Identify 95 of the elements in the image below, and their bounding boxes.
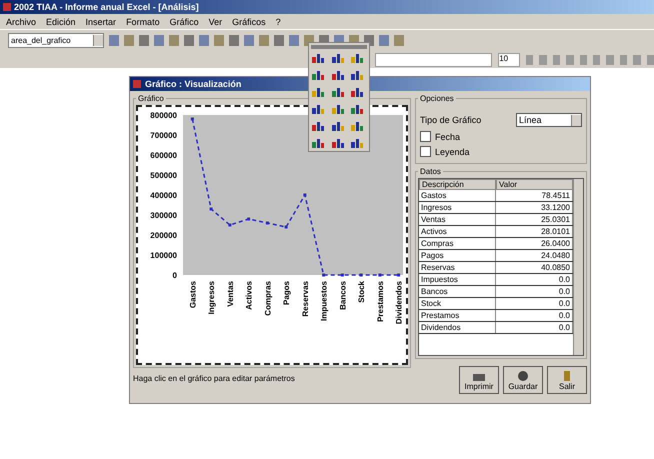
- menu-item[interactable]: Archivo: [6, 16, 36, 26]
- table-cell: Stock: [419, 298, 496, 309]
- category-label: Gastos: [188, 281, 198, 308]
- table-cell: Reservas: [419, 262, 496, 273]
- menu-item[interactable]: Ver: [208, 16, 222, 26]
- axis-tick-label: 700000: [150, 131, 177, 140]
- chart-type-select[interactable]: Línea: [516, 113, 582, 127]
- chart-type-icon[interactable]: [311, 69, 325, 81]
- exit-button[interactable]: Salir: [547, 366, 587, 394]
- category-label: Impuestos: [320, 281, 329, 322]
- data-point: [360, 274, 363, 276]
- chart-type-icon[interactable]: [330, 69, 345, 81]
- category-label: Ingresos: [207, 281, 216, 314]
- data-point: [228, 224, 232, 226]
- save-button[interactable]: Guardar: [503, 366, 543, 394]
- checkbox[interactable]: [420, 131, 431, 142]
- chart-type-icon[interactable]: [350, 69, 364, 81]
- category-label: Stock: [357, 281, 366, 303]
- category-label: Activos: [244, 281, 254, 310]
- data-point: [322, 274, 326, 276]
- category-label: Prestamos: [376, 281, 385, 322]
- axis-tick-label: 0: [172, 271, 177, 280]
- table-cell: Dividendos: [419, 322, 496, 333]
- chart-type-icon[interactable]: [350, 52, 364, 64]
- chart-type-icon[interactable]: [311, 103, 325, 115]
- chart-type-icon[interactable]: [330, 120, 345, 132]
- axis-tick-label: 100000: [150, 251, 177, 260]
- menu-item[interactable]: ?: [276, 16, 281, 26]
- category-label: Pagos: [282, 281, 292, 306]
- field-label: Tipo de Gráfico: [420, 115, 482, 125]
- axis-tick-label: 300000: [150, 211, 177, 220]
- window-title: 2002 TIAA - Informe anual Excel - [Análisis]: [14, 2, 199, 12]
- checkbox[interactable]: [420, 146, 431, 157]
- status-text: Haga clic en el gráfico para editar parámetros: [133, 374, 296, 383]
- data-point: [340, 274, 344, 276]
- category-label: Bancos: [338, 281, 348, 310]
- table-cell: Bancos: [419, 286, 496, 297]
- table-cell: Activos: [419, 226, 496, 237]
- axis-tick-label: 400000: [150, 191, 177, 200]
- chart-type-icon[interactable]: [311, 137, 325, 149]
- category-label: Reservas: [300, 281, 310, 317]
- category-label: Dividendos: [394, 281, 403, 324]
- chart-type-icon[interactable]: [330, 137, 345, 149]
- axis-tick-label: 600000: [150, 151, 177, 160]
- font-field[interactable]: [375, 52, 492, 66]
- data-point: [397, 274, 400, 276]
- print-button[interactable]: Imprimir: [459, 366, 499, 394]
- checkbox-label: Leyenda: [435, 146, 470, 156]
- group-label: Datos: [419, 167, 442, 176]
- disk-icon: [516, 370, 530, 382]
- data-point: [284, 226, 288, 228]
- chart-type-icon[interactable]: [330, 103, 345, 115]
- menu-item[interactable]: Insertar: [86, 16, 116, 26]
- chart-type-icon[interactable]: [311, 52, 325, 64]
- menu-item[interactable]: Gráfico: [170, 16, 199, 26]
- app-icon: [3, 3, 11, 11]
- chart-type-icon[interactable]: [330, 86, 345, 98]
- data-point: [190, 118, 194, 120]
- column-header[interactable]: Valor: [496, 179, 573, 190]
- data-point: [378, 274, 382, 276]
- data-point: [210, 208, 213, 210]
- table-cell: Compras: [419, 238, 496, 249]
- category-label: Compras: [263, 281, 272, 316]
- dialog-title: Gráfico : Visualización: [145, 79, 242, 89]
- font-size-field[interactable]: 10: [498, 52, 520, 66]
- chart-type-icon[interactable]: [350, 86, 364, 98]
- menu-item[interactable]: Gráficos: [232, 16, 266, 26]
- group-label: Gráfico: [137, 94, 165, 103]
- axis-tick-label: 200000: [150, 231, 177, 240]
- chart-type-icon[interactable]: [311, 120, 325, 132]
- table-cell: Impuestos: [419, 274, 496, 285]
- axis-tick-label: 800000: [150, 111, 177, 120]
- checkbox-label: Fecha: [435, 132, 460, 142]
- name-box[interactable]: area_del_grafico: [8, 33, 104, 48]
- group-label: Opciones: [419, 94, 455, 103]
- chart-type-icon[interactable]: [350, 103, 364, 115]
- table-cell: Gastos: [419, 190, 496, 201]
- chart-type-icon[interactable]: [350, 137, 364, 149]
- scrollbar[interactable]: [573, 179, 583, 355]
- table-cell: Ingresos: [419, 202, 496, 213]
- column-header[interactable]: Descripción: [419, 179, 496, 190]
- chart-type-icon[interactable]: [330, 52, 345, 64]
- table-cell: Ventas: [419, 214, 496, 225]
- chart-type-icon[interactable]: [311, 86, 325, 98]
- table-cell: Pagos: [419, 250, 496, 261]
- menu-item[interactable]: Edición: [46, 16, 76, 26]
- data-point: [247, 218, 250, 220]
- menu-item[interactable]: Formato: [126, 16, 160, 26]
- chart-type-icon[interactable]: [350, 120, 364, 132]
- table-cell: Prestamos: [419, 310, 496, 321]
- category-label: Ventas: [226, 281, 235, 307]
- data-point: [266, 222, 269, 224]
- axis-tick-label: 500000: [150, 171, 177, 180]
- app-icon: [133, 80, 141, 88]
- data-point: [303, 194, 306, 196]
